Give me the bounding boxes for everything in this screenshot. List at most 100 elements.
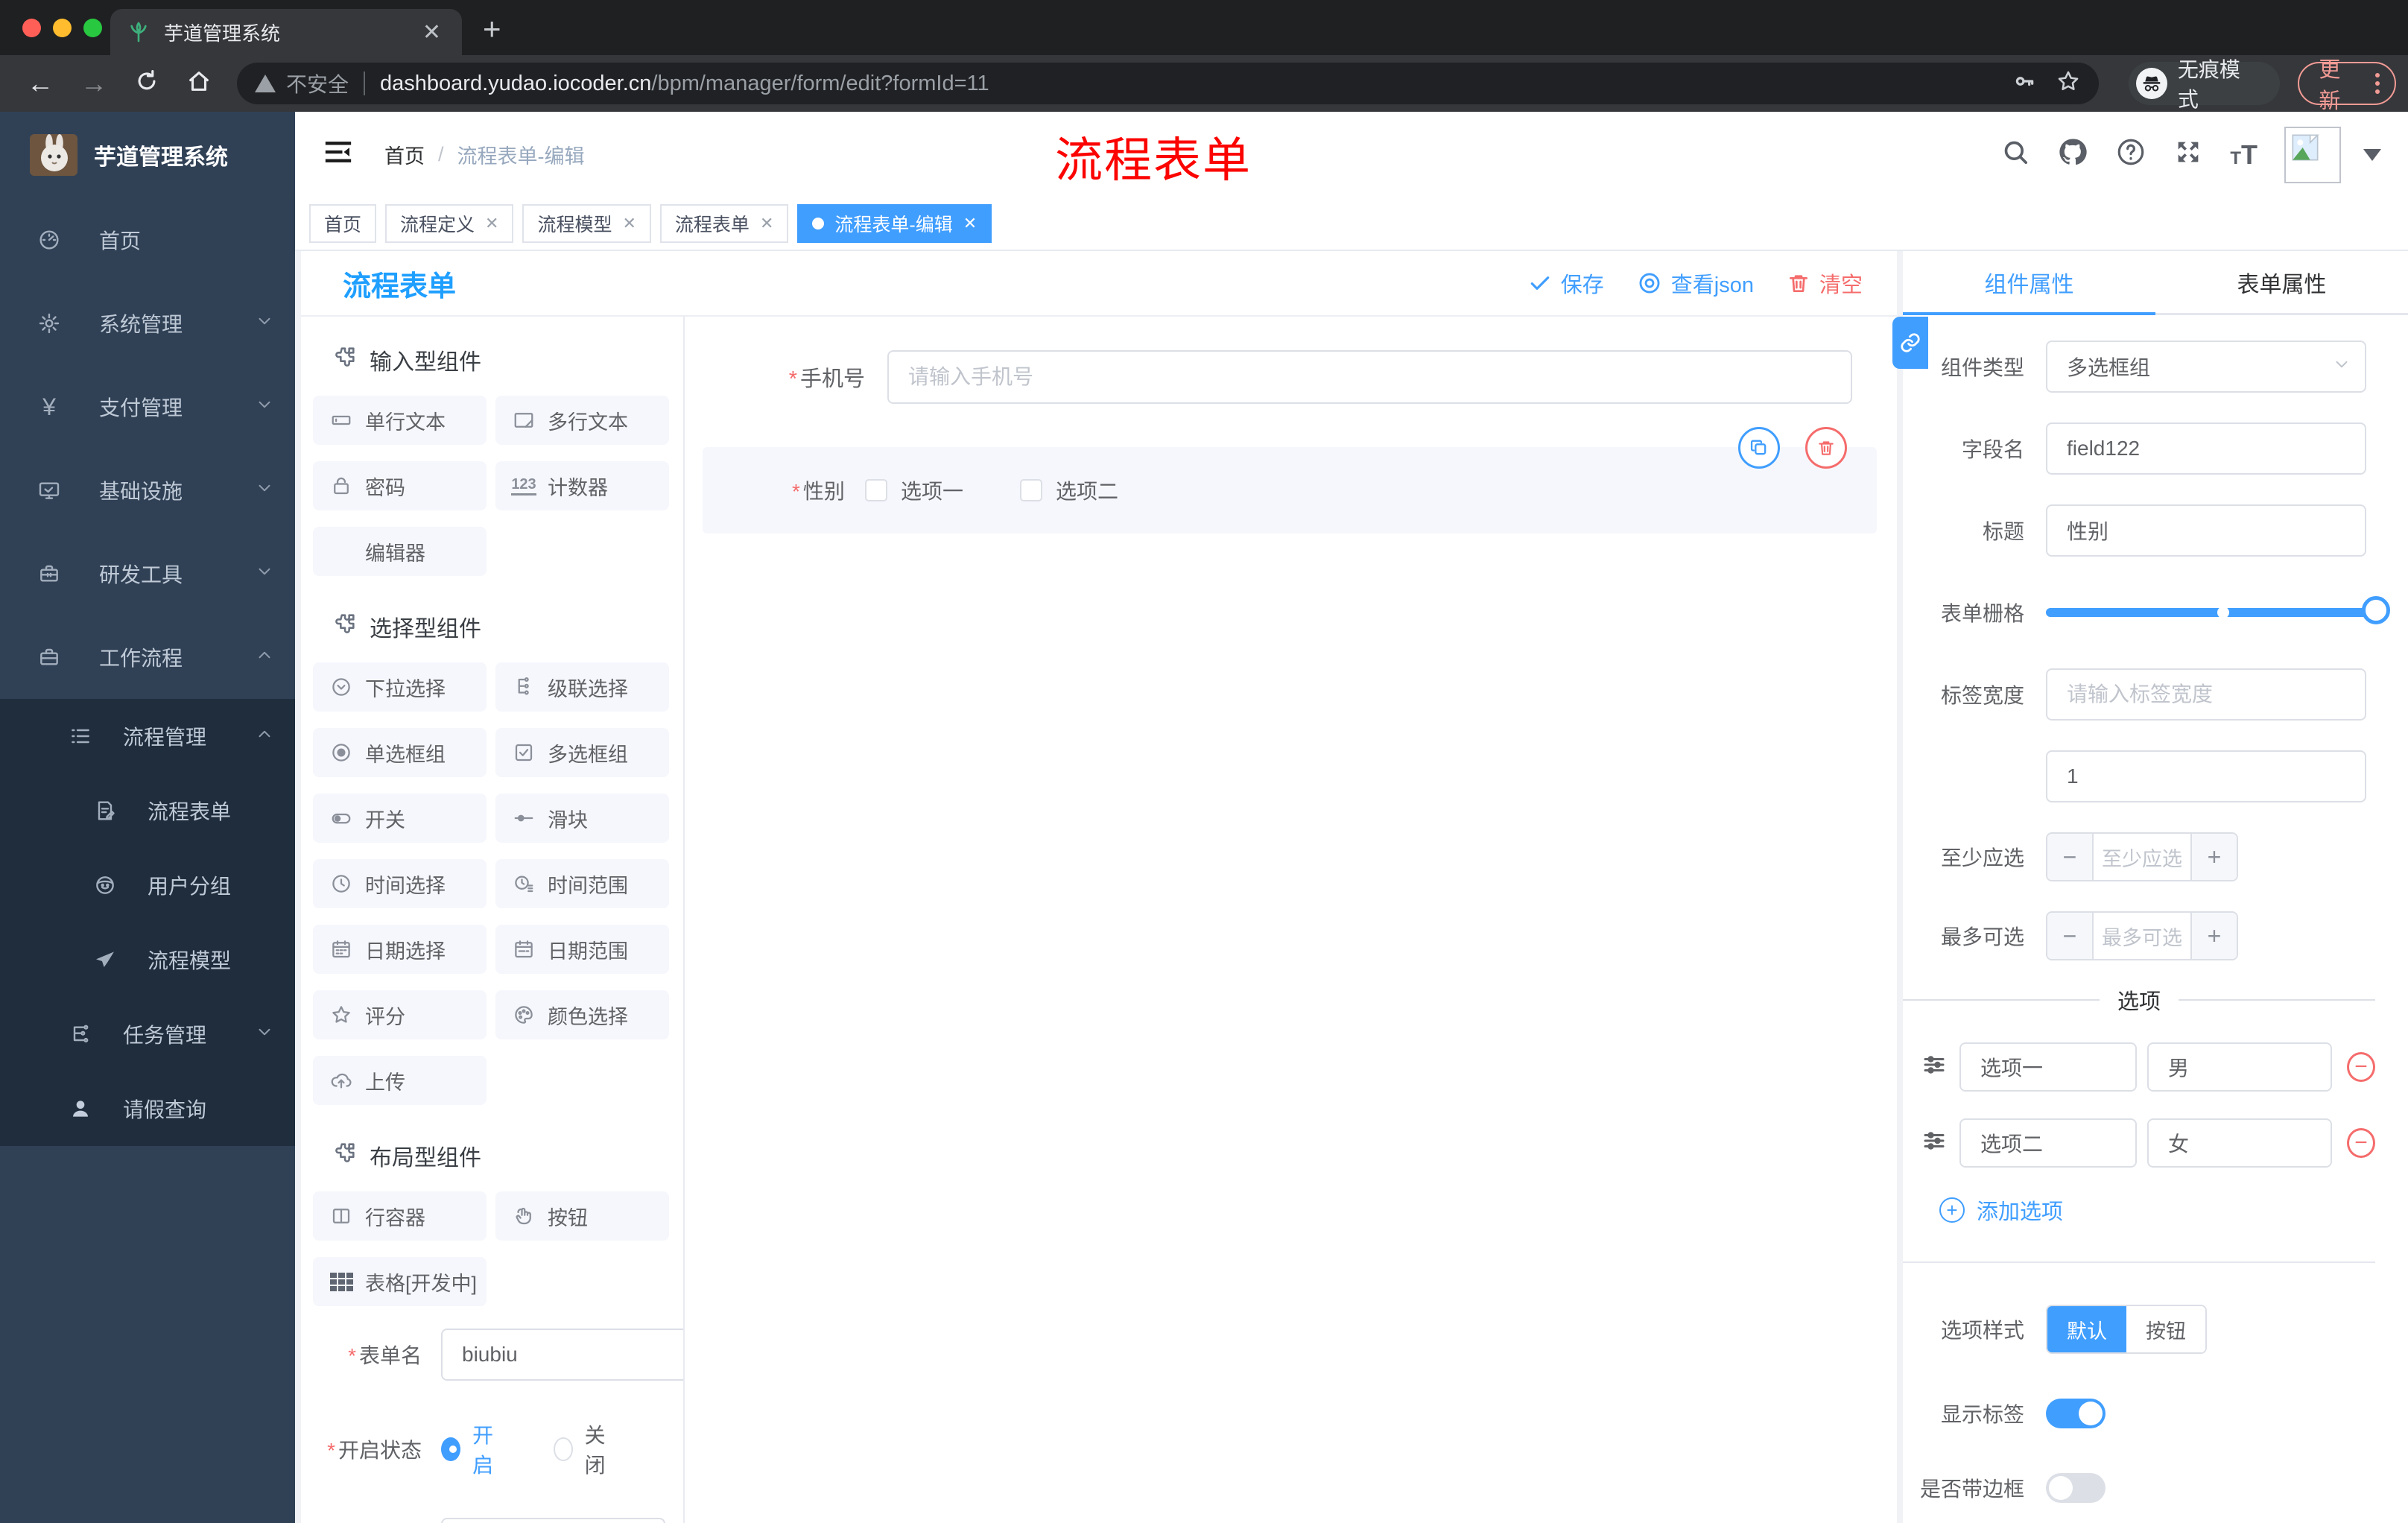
sidebar-item-home[interactable]: 首页: [0, 198, 295, 282]
label-width-input[interactable]: [2046, 668, 2366, 721]
with-border-toggle[interactable]: [2046, 1473, 2106, 1503]
sidebar-item-infra[interactable]: 基础设施: [0, 449, 295, 532]
home-icon[interactable]: [186, 69, 212, 98]
remark-textarea[interactable]: 嘿嘿: [441, 1518, 665, 1523]
fullscreen-icon[interactable]: [2173, 137, 2203, 172]
new-tab-button[interactable]: +: [483, 13, 501, 45]
canvas-field-phone[interactable]: * 手机号: [767, 350, 1852, 404]
sidebar-item-flow-model[interactable]: 流程模型: [0, 922, 295, 997]
option-2-label-input[interactable]: [1959, 1118, 2137, 1168]
slider-handle[interactable]: [2362, 596, 2390, 624]
browser-tab[interactable]: 芋道管理系统 ✕: [110, 9, 462, 55]
minus-icon[interactable]: −: [2047, 913, 2094, 959]
component-item-row-container[interactable]: 行容器: [313, 1191, 487, 1241]
style-default-button[interactable]: 默认: [2047, 1306, 2126, 1352]
remove-option-icon[interactable]: −: [2347, 1052, 2375, 1082]
component-item-date-range[interactable]: 日期范围: [495, 925, 669, 974]
hamburger-icon[interactable]: [323, 137, 353, 172]
maximize-window-button[interactable]: [83, 18, 102, 37]
checkbox-icon[interactable]: [865, 479, 887, 501]
close-window-button[interactable]: [22, 18, 41, 37]
component-item-table[interactable]: 表格[开发中]: [313, 1257, 487, 1306]
tag-home[interactable]: 首页: [309, 204, 377, 243]
slider-track[interactable]: [2046, 596, 2390, 624]
sidebar-item-devtools[interactable]: 研发工具: [0, 532, 295, 615]
window-controls[interactable]: [0, 18, 121, 37]
tag-close-icon[interactable]: ✕: [485, 214, 498, 233]
show-label-toggle[interactable]: [2046, 1399, 2106, 1428]
component-item-multi-text[interactable]: 多行文本: [495, 396, 669, 445]
gender-option-1[interactable]: 选项一: [865, 475, 963, 505]
canvas-field-gender-selected[interactable]: * 性别 选项一 选项二: [703, 427, 1877, 533]
status-radio-off[interactable]: 关闭: [553, 1419, 618, 1479]
tab-form-props[interactable]: 表单属性: [2155, 251, 2408, 313]
drag-handle-icon[interactable]: [1921, 1051, 1948, 1083]
component-item-rate[interactable]: 评分: [313, 990, 487, 1039]
form-canvas[interactable]: *手机号 *性别 选项一: [685, 317, 1897, 1523]
sidebar-item-pay[interactable]: ¥ 支付管理: [0, 365, 295, 449]
forward-icon[interactable]: →: [80, 70, 107, 97]
breadcrumb-home[interactable]: 首页: [384, 140, 425, 169]
browser-menu-icon[interactable]: [2375, 73, 2380, 94]
add-option-button[interactable]: + 添加选项: [1939, 1194, 2375, 1226]
remove-option-icon[interactable]: −: [2347, 1128, 2375, 1158]
style-button-button[interactable]: 按钮: [2126, 1306, 2205, 1352]
back-icon[interactable]: ←: [27, 70, 54, 97]
delete-component-button[interactable]: [1805, 427, 1847, 469]
tag-close-icon[interactable]: ✕: [963, 214, 977, 233]
option-1-value-input[interactable]: [2147, 1042, 2332, 1092]
checkbox-icon[interactable]: [1020, 479, 1043, 501]
tag-flow-form[interactable]: 流程表单 ✕: [659, 204, 789, 243]
search-icon[interactable]: [2000, 137, 2030, 172]
gender-option-2[interactable]: 选项二: [1020, 475, 1118, 505]
component-item-select[interactable]: 下拉选择: [313, 662, 487, 712]
sidebar-item-flow-form[interactable]: 流程表单: [0, 773, 295, 848]
field-link-button[interactable]: [1892, 317, 1928, 369]
save-button[interactable]: 保存: [1528, 267, 1604, 299]
max-select-input[interactable]: 最多可选: [2094, 913, 2190, 959]
address-bar[interactable]: 不安全 dashboard.yudao.iocoder.cn/bpm/manag…: [237, 63, 2100, 104]
tag-close-icon[interactable]: ✕: [760, 214, 773, 233]
form-name-input[interactable]: [441, 1329, 683, 1381]
minus-icon[interactable]: −: [2047, 834, 2094, 880]
url-text[interactable]: dashboard.yudao.iocoder.cn/bpm/manager/f…: [380, 72, 1993, 96]
font-size-icon[interactable]: TT: [2230, 139, 2258, 171]
component-item-counter[interactable]: 123 计数器: [495, 461, 669, 510]
avatar[interactable]: [2284, 126, 2341, 183]
option-2-value-input[interactable]: [2147, 1118, 2332, 1168]
component-item-color-picker[interactable]: 颜色选择: [495, 990, 669, 1039]
component-item-button[interactable]: 按钮: [495, 1191, 669, 1241]
view-json-button[interactable]: 查看json: [1637, 267, 1754, 299]
sidebar-item-system[interactable]: 系统管理: [0, 282, 295, 365]
tab-close-icon[interactable]: ✕: [418, 19, 446, 45]
tab-component-props[interactable]: 组件属性: [1903, 251, 2155, 315]
tag-flow-model[interactable]: 流程模型 ✕: [522, 204, 651, 243]
component-item-password[interactable]: 密码: [313, 461, 487, 510]
min-select-input[interactable]: 至少应选: [2094, 834, 2190, 880]
component-type-select[interactable]: [2046, 341, 2366, 393]
component-item-slider[interactable]: 滑块: [495, 794, 669, 843]
component-item-editor[interactable]: 编辑器: [313, 527, 487, 576]
update-button[interactable]: 更新: [2298, 58, 2396, 113]
title-input[interactable]: [2046, 504, 2366, 557]
tag-flow-definition[interactable]: 流程定义 ✕: [385, 204, 514, 243]
clear-button[interactable]: 清空: [1787, 267, 1863, 299]
sidebar-item-user-group[interactable]: 用户分组: [0, 848, 295, 922]
tag-flow-form-edit[interactable]: 流程表单-编辑 ✕: [797, 204, 992, 243]
reload-icon[interactable]: [134, 69, 159, 98]
component-item-switch[interactable]: 开关: [313, 794, 487, 843]
drag-handle-icon[interactable]: [1921, 1127, 1948, 1159]
grid-slider[interactable]: [2046, 586, 2390, 639]
phone-input[interactable]: [887, 350, 1852, 404]
component-item-date-picker[interactable]: 日期选择: [313, 925, 487, 974]
minimize-window-button[interactable]: [53, 18, 72, 37]
plus-icon[interactable]: +: [2190, 834, 2237, 880]
field-name-input[interactable]: [2046, 422, 2366, 475]
option-1-label-input[interactable]: [1959, 1042, 2137, 1092]
plus-icon[interactable]: +: [2190, 913, 2237, 959]
sidebar-item-leave-query[interactable]: 请假查询: [0, 1071, 295, 1146]
sidebar-item-task-mgmt[interactable]: 任务管理: [0, 997, 295, 1071]
component-item-radio-group[interactable]: 单选框组: [313, 728, 487, 777]
status-radio-on[interactable]: 开启: [441, 1419, 506, 1479]
tag-close-icon[interactable]: ✕: [622, 214, 636, 233]
